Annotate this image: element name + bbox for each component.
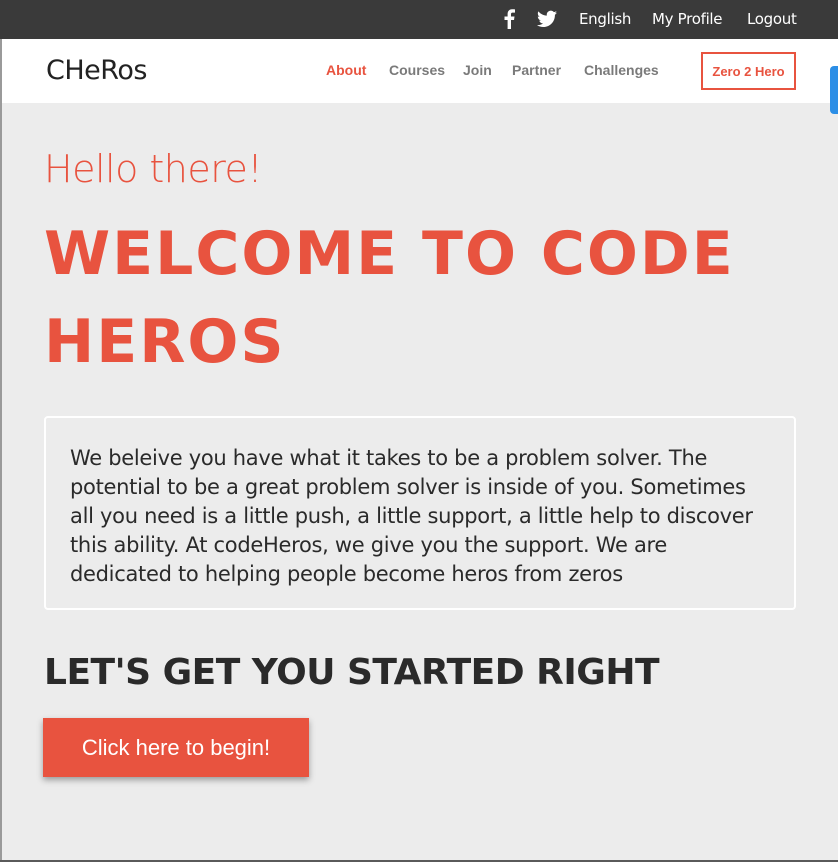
main-navbar: CHeRos About Courses Join Partner Challe… (2, 39, 838, 103)
intro-panel: We beleive you have what it takes to be … (44, 416, 796, 610)
twitter-icon[interactable] (537, 9, 557, 29)
nav-join[interactable]: Join (463, 62, 492, 78)
brand-logo[interactable]: CHeRos (46, 55, 147, 86)
greeting-heading: Hello there! (44, 147, 263, 191)
side-feedback-tab[interactable] (830, 66, 838, 114)
cta-heading: LET'S GET YOU STARTED RIGHT (44, 652, 660, 693)
intro-paragraph: We beleive you have what it takes to be … (70, 446, 753, 586)
nav-partner[interactable]: Partner (512, 62, 561, 78)
my-profile-link[interactable]: My Profile (652, 10, 723, 28)
nav-courses[interactable]: Courses (389, 62, 445, 78)
window-frame-left (0, 39, 2, 862)
top-bar: English My Profile Logout (0, 0, 838, 39)
begin-button[interactable]: Click here to begin! (43, 718, 309, 777)
language-link[interactable]: English (579, 10, 631, 28)
nav-challenges[interactable]: Challenges (584, 62, 659, 78)
welcome-title: WELCOME TO CODE HEROS (44, 219, 735, 377)
logout-link[interactable]: Logout (747, 10, 797, 28)
nav-about[interactable]: About (326, 62, 366, 78)
facebook-icon[interactable] (503, 9, 515, 29)
zero-2-hero-button[interactable]: Zero 2 Hero (701, 52, 796, 90)
